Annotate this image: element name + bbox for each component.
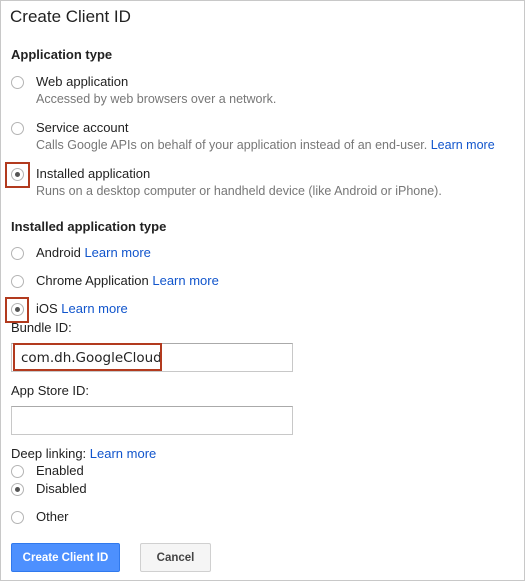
ios-label-wrap: iOS Learn more bbox=[36, 301, 128, 316]
app-store-id-input[interactable] bbox=[11, 406, 293, 435]
ios-learn-more-link[interactable]: Learn more bbox=[61, 301, 127, 316]
deep-linking-enabled-label: Enabled bbox=[36, 463, 84, 478]
web-application-description: Accessed by web browsers over a network. bbox=[36, 92, 277, 106]
deep-linking-enabled-radio[interactable] bbox=[11, 465, 24, 478]
service-account-learn-more-link[interactable]: Learn more bbox=[431, 138, 495, 152]
installed-application-highlight bbox=[5, 162, 30, 188]
create-client-id-dialog: Create Client ID Application type Web ap… bbox=[0, 0, 525, 581]
bundle-id-highlight bbox=[13, 343, 162, 371]
deep-linking-learn-more-link[interactable]: Learn more bbox=[90, 446, 156, 461]
app-store-id-label: App Store ID: bbox=[11, 383, 90, 398]
android-learn-more-link[interactable]: Learn more bbox=[84, 245, 150, 260]
service-account-radio[interactable] bbox=[11, 122, 24, 135]
chrome-application-label-wrap: Chrome Application Learn more bbox=[36, 273, 219, 288]
dialog-title: Create Client ID bbox=[10, 7, 131, 26]
chrome-application-label: Chrome Application bbox=[36, 273, 149, 288]
service-account-description-wrap: Calls Google APIs on behalf of your appl… bbox=[36, 138, 495, 152]
service-account-label: Service account bbox=[36, 120, 129, 135]
android-label-wrap: Android Learn more bbox=[36, 245, 151, 260]
other-label: Other bbox=[36, 509, 69, 524]
installed-application-description: Runs on a desktop computer or handheld d… bbox=[36, 184, 442, 198]
deep-linking-label-wrap: Deep linking: Learn more bbox=[11, 446, 156, 461]
installed-application-type-heading: Installed application type bbox=[11, 219, 167, 234]
android-radio[interactable] bbox=[11, 247, 24, 260]
ios-label: iOS bbox=[36, 301, 58, 316]
web-application-label: Web application bbox=[36, 74, 129, 89]
bundle-id-label: Bundle ID: bbox=[11, 320, 72, 335]
service-account-description: Calls Google APIs on behalf of your appl… bbox=[36, 138, 428, 152]
deep-linking-disabled-label: Disabled bbox=[36, 481, 87, 496]
chrome-application-learn-more-link[interactable]: Learn more bbox=[152, 273, 218, 288]
android-label: Android bbox=[36, 245, 81, 260]
cancel-button[interactable]: Cancel bbox=[140, 543, 211, 572]
other-radio[interactable] bbox=[11, 511, 24, 524]
chrome-application-radio[interactable] bbox=[11, 275, 24, 288]
create-client-id-button[interactable]: Create Client ID bbox=[11, 543, 120, 572]
deep-linking-disabled-radio[interactable] bbox=[11, 483, 24, 496]
installed-application-label: Installed application bbox=[36, 166, 151, 181]
deep-linking-label: Deep linking: bbox=[11, 446, 87, 461]
web-application-radio[interactable] bbox=[11, 76, 24, 89]
application-type-heading: Application type bbox=[11, 47, 113, 62]
